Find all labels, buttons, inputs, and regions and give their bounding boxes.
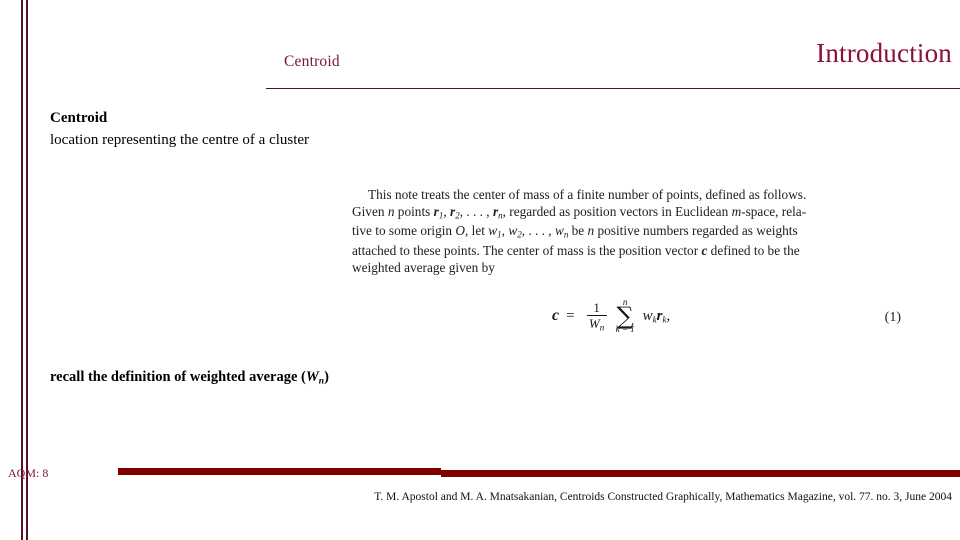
equation-number: (1) bbox=[884, 310, 901, 325]
fraction-numerator: 1 bbox=[593, 299, 600, 315]
excerpt-frag: points bbox=[394, 204, 434, 220]
page-title: Introduction bbox=[816, 38, 952, 68]
recall-text-after: ) bbox=[324, 369, 329, 385]
definition-text: location representing the centre of a cl… bbox=[50, 131, 310, 148]
excerpt-var-wn: w bbox=[554, 223, 564, 239]
summand-comma: , bbox=[666, 307, 671, 324]
excerpt-var-m: m bbox=[731, 204, 742, 220]
excerpt-frag: Given bbox=[352, 204, 388, 220]
excerpt-sub: 1 bbox=[497, 230, 502, 240]
equation-expression: c = 1 Wn n ∑ k = 1 wkrk, bbox=[552, 298, 670, 334]
citation-line-2: 77. no. 3, June 2004 bbox=[859, 491, 952, 503]
scanned-excerpt-block: This note treats the center of mass of a… bbox=[352, 186, 925, 276]
excerpt-frag: attached to these points. The center of … bbox=[352, 242, 702, 258]
excerpt-frag: tive to some origin bbox=[352, 223, 456, 239]
citation-line-1: T. M. Apostol and M. A. Mnatsakanian, Ce… bbox=[374, 491, 857, 503]
excerpt-frag: , let bbox=[465, 223, 489, 239]
excerpt-sub: 1 bbox=[438, 210, 444, 221]
excerpt-var-w2: w bbox=[508, 223, 518, 239]
slide-body: Centroid location representing the centr… bbox=[50, 108, 930, 152]
recall-symbol: Wn bbox=[305, 369, 324, 387]
excerpt-line-2: Given n points r1, r2, . . . , rn, regar… bbox=[352, 204, 807, 221]
excerpt-frag: , regarded as position vectors in Euclid… bbox=[502, 204, 732, 220]
excerpt-frag: -space, rela- bbox=[741, 204, 807, 220]
slide-subtitle: Centroid bbox=[284, 53, 340, 70]
excerpt-ellipsis: , . . . , bbox=[521, 223, 555, 239]
equation-block: c = 1 Wn n ∑ k = 1 wkrk, (1) bbox=[352, 296, 925, 348]
excerpt-line-3: tive to some origin O, let w1, w2, . . .… bbox=[352, 223, 798, 240]
equation-summand: wkrk, bbox=[643, 308, 671, 325]
definition-term: Centroid bbox=[50, 110, 108, 126]
excerpt-line-4: attached to these points. The center of … bbox=[352, 242, 925, 259]
excerpt-line-5: weighted average given by bbox=[352, 259, 495, 275]
citation-reference: T. M. Apostol and M. A. Mnatsakanian, Ce… bbox=[300, 489, 952, 505]
excerpt-frag: positive numbers regarded as weights bbox=[594, 223, 798, 239]
equation-fraction: 1 Wn bbox=[586, 299, 607, 332]
excerpt-line-1: This note treats the center of mass of a… bbox=[368, 187, 807, 202]
excerpt-frag: defined to be the bbox=[707, 242, 800, 258]
recall-text-before: recall the definition of weighted averag… bbox=[50, 369, 306, 385]
excerpt-ellipsis: , . . . , bbox=[459, 204, 493, 220]
header-divider bbox=[266, 88, 960, 89]
summand-weight-symbol: w bbox=[642, 307, 653, 324]
summation-lower-limit: k = 1 bbox=[615, 324, 635, 335]
excerpt-frag: be bbox=[568, 223, 588, 239]
excerpt-var-w1: w bbox=[488, 223, 498, 239]
sigma-icon: ∑ bbox=[616, 302, 634, 330]
fraction-denominator: Wn bbox=[587, 316, 606, 332]
excerpt-var-O: O bbox=[455, 223, 466, 239]
fraction-denominator-symbol: W bbox=[588, 315, 600, 331]
slide-header: Centroid Introduction bbox=[0, 0, 960, 95]
footer-bar-left-segment bbox=[118, 468, 441, 475]
slide-page-label: AQM: 8 bbox=[8, 466, 49, 480]
recall-note: recall the definition of weighted averag… bbox=[50, 369, 329, 387]
equation-equals-sign: = bbox=[566, 307, 575, 324]
equation-lhs: c bbox=[552, 307, 560, 325]
footer-bar-right-segment bbox=[441, 470, 960, 477]
recall-symbol-letter: W bbox=[305, 369, 319, 385]
fraction-denominator-subscript: n bbox=[599, 321, 605, 332]
summation-operator: n ∑ k = 1 bbox=[616, 298, 635, 334]
